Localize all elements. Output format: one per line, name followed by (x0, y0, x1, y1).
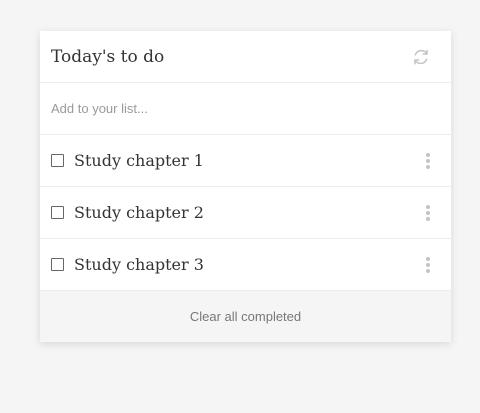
list-item: Study chapter 1 (40, 135, 451, 187)
item-label: Study chapter 1 (74, 151, 204, 170)
more-options-icon[interactable] (421, 151, 435, 171)
item-checkbox[interactable] (51, 258, 64, 271)
more-options-icon[interactable] (421, 203, 435, 223)
list-item: Study chapter 3 (40, 239, 451, 291)
clear-completed-button[interactable]: Clear all completed (182, 305, 309, 328)
add-item-input[interactable] (51, 101, 440, 116)
more-options-icon[interactable] (421, 255, 435, 275)
item-label: Study chapter 2 (74, 203, 204, 222)
page-title: Today's to do (51, 46, 165, 67)
refresh-icon[interactable] (408, 44, 434, 70)
add-row (40, 83, 451, 135)
item-checkbox[interactable] (51, 154, 64, 167)
todo-footer: Clear all completed (40, 291, 451, 342)
item-label: Study chapter 3 (74, 255, 204, 274)
list-item: Study chapter 2 (40, 187, 451, 239)
todo-card: Today's to do Study chapter 1 Study chap… (40, 31, 451, 342)
todo-header: Today's to do (40, 31, 451, 83)
item-checkbox[interactable] (51, 206, 64, 219)
